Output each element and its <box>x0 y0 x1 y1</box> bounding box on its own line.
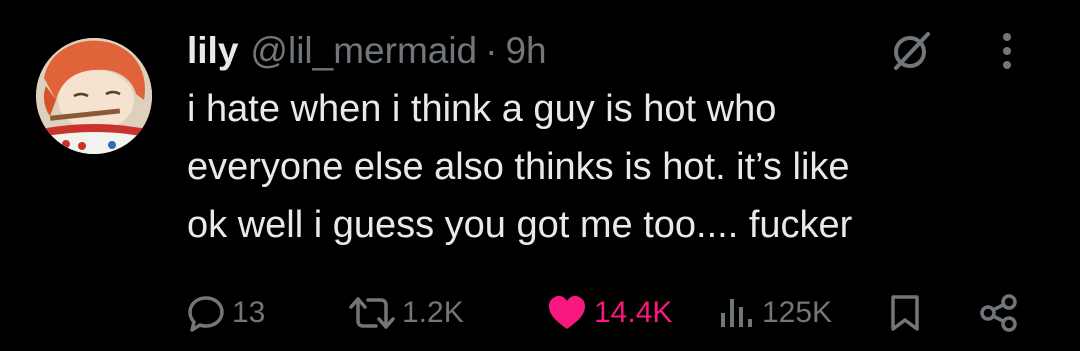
like-button[interactable]: 14.4K <box>546 288 672 338</box>
repost-icon <box>349 297 395 329</box>
more-icon[interactable] <box>1002 31 1012 76</box>
bookmark-icon <box>891 295 919 331</box>
repost-button[interactable]: 1.2K <box>348 288 464 338</box>
views-button[interactable]: 125K <box>716 288 832 338</box>
reply-count: 13 <box>232 296 266 329</box>
views-icon <box>721 299 752 327</box>
user-handle[interactable]: @lil_mermaid <box>250 30 477 72</box>
tweet-header: lily @lil_mermaid · 9h <box>187 26 547 76</box>
tweet-text: i hate when i think a guy is hot who eve… <box>187 88 853 246</box>
heart-filled-icon <box>549 296 585 329</box>
reply-button[interactable]: 13 <box>186 288 265 338</box>
like-count: 14.4K <box>594 296 673 329</box>
tweet-card[interactable]: lily @lil_mermaid · 9h i hate when i thi… <box>0 0 1080 351</box>
views-count: 125K <box>762 296 833 329</box>
reply-icon <box>188 296 224 332</box>
share-button[interactable] <box>978 288 1026 338</box>
tweet-top-icons <box>890 28 1012 78</box>
grok-icon[interactable] <box>890 30 932 77</box>
timestamp[interactable]: 9h <box>505 30 546 72</box>
header-separator: · <box>485 30 498 71</box>
avatar[interactable] <box>36 38 152 154</box>
display-name[interactable]: lily <box>187 30 238 72</box>
share-icon <box>980 294 1017 332</box>
bookmark-button[interactable] <box>887 288 929 338</box>
tweet-actions: 13 1.2K 14.4K 125K <box>0 288 1080 338</box>
repost-count: 1.2K <box>402 296 464 329</box>
avatar-image <box>36 38 152 154</box>
